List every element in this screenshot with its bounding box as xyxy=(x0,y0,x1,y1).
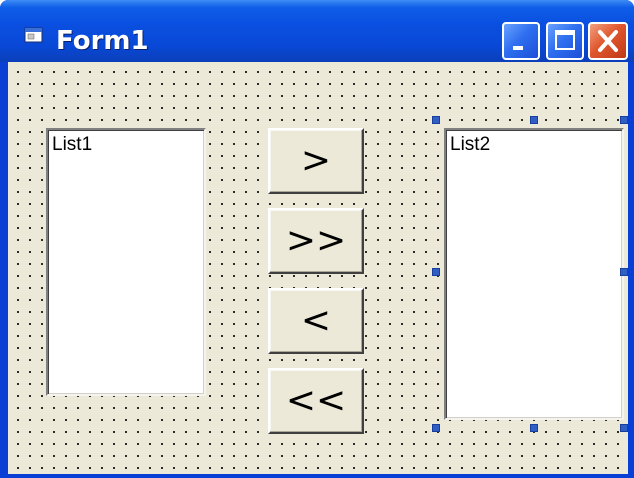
list1-label: List1 xyxy=(52,134,93,155)
minimize-button[interactable] xyxy=(502,22,540,60)
close-icon xyxy=(598,30,618,52)
form-client-area[interactable]: List1 > >> < << List2 xyxy=(8,62,628,474)
minimize-icon xyxy=(513,46,523,50)
form1-window: Form1 List1 > >> < << List2 xyxy=(0,0,634,478)
move-left-button[interactable]: < xyxy=(268,288,364,354)
selection-handle-top-middle[interactable] xyxy=(530,116,538,124)
title-bar[interactable]: Form1 xyxy=(0,0,634,62)
selection-handle-bottom-left[interactable] xyxy=(432,424,440,432)
selection-handle-top-left[interactable] xyxy=(432,116,440,124)
list2-label: List2 xyxy=(450,134,491,155)
move-all-left-button[interactable]: << xyxy=(268,368,364,434)
list1-listbox[interactable]: List1 xyxy=(46,128,206,396)
form-icon xyxy=(24,26,44,44)
move-all-right-button[interactable]: >> xyxy=(268,208,364,274)
selection-handle-top-right[interactable] xyxy=(620,116,628,124)
move-right-button[interactable]: > xyxy=(268,128,364,194)
close-button[interactable] xyxy=(588,22,628,60)
window-title: Form1 xyxy=(56,26,149,56)
selection-handle-bottom-middle[interactable] xyxy=(530,424,538,432)
maximize-icon xyxy=(555,30,575,50)
selection-handle-middle-right[interactable] xyxy=(620,268,628,276)
maximize-button[interactable] xyxy=(546,22,584,60)
selection-handle-bottom-right[interactable] xyxy=(620,424,628,432)
list2-listbox[interactable]: List2 xyxy=(444,128,624,420)
selection-handle-middle-left[interactable] xyxy=(432,268,440,276)
